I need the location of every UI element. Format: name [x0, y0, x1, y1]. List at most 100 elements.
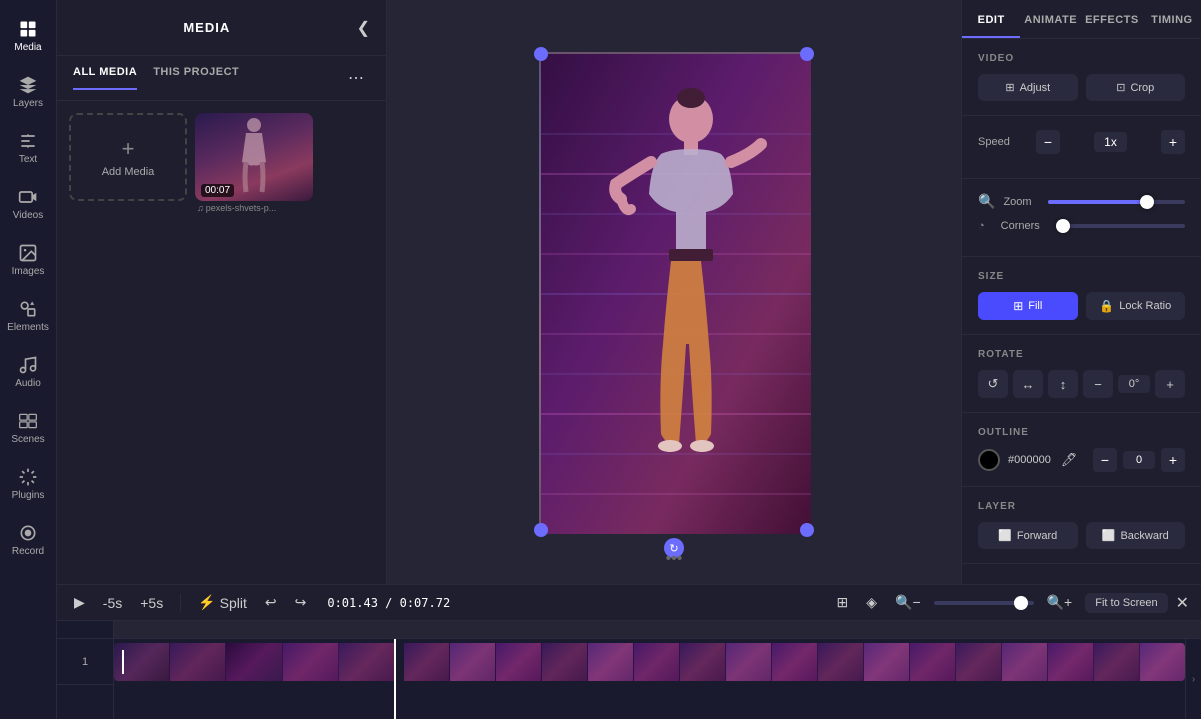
media-panel-title: MEDIA [69, 20, 345, 35]
timeline-close-button[interactable]: ✕ [1176, 593, 1189, 613]
sidebar-item-layers[interactable]: Layers [0, 64, 57, 120]
tab-effects[interactable]: EFFECTS [1081, 0, 1143, 38]
outline-section: OUTLINE #000000 🖊 − + [962, 413, 1201, 487]
outline-value-input[interactable] [1123, 451, 1155, 469]
outline-decrease-button[interactable]: − [1093, 448, 1117, 472]
scroll-indicator[interactable]: › [1185, 639, 1201, 719]
tab-timing[interactable]: TIMING [1143, 0, 1201, 38]
sidebar-videos-label: Videos [13, 210, 43, 221]
media-options-button[interactable]: ⋯ [342, 66, 370, 90]
timeline-right-controls: ⊞ ◈ 🔍− 🔍+ Fit to Screen ✕ [832, 591, 1190, 614]
sidebar-item-plugins[interactable]: Plugins [0, 456, 57, 512]
rotate-minus-button[interactable]: − [1083, 370, 1113, 398]
timeline-tracks: 1 [57, 639, 1201, 719]
sidebar-audio-label: Audio [15, 378, 41, 389]
rotate-ccw-button[interactable]: ↺ [978, 370, 1008, 398]
rotate-label: ROTATE [978, 349, 1185, 360]
outline-label: OUTLINE [978, 427, 1185, 438]
fit-screen-button[interactable]: Fit to Screen [1085, 593, 1167, 613]
video-clip-after[interactable] [404, 643, 1185, 681]
timeline-toolbar: ▶ -5s +5s ⚡ Split ↩ ↪ 0:01.43 / 0:07.72 … [57, 585, 1201, 621]
eyedropper-button[interactable]: 🖊 [1059, 450, 1080, 470]
zoom-label: Zoom [1003, 196, 1031, 208]
adjust-icon: ⊞ [1005, 81, 1014, 94]
forward-icon: ⬜ [998, 529, 1012, 542]
redo-button[interactable]: ↪ [290, 591, 312, 614]
sidebar-item-audio[interactable]: Audio [0, 344, 57, 400]
media-thumbnail-1[interactable]: 00:07 ♫ pexels-shvets-p... [195, 113, 313, 213]
backward-button[interactable]: ⬜ Backward [1086, 522, 1186, 549]
corners-slider[interactable] [1056, 224, 1185, 228]
zoom-slider[interactable] [1048, 200, 1185, 204]
forward-button[interactable]: ⬜ Forward [978, 522, 1078, 549]
outline-increase-button[interactable]: + [1161, 448, 1185, 472]
sidebar-item-elements[interactable]: Elements [0, 288, 57, 344]
sidebar-text-label: Text [19, 154, 37, 165]
speed-increase-button[interactable]: + [1161, 130, 1185, 154]
speed-decrease-button[interactable]: − [1036, 130, 1060, 154]
sidebar-item-record[interactable]: Record [0, 512, 57, 568]
tab-edit[interactable]: EDIT [962, 0, 1020, 38]
media-tabs: ALL MEDIA THIS PROJECT ⋯ [57, 56, 386, 101]
backward-icon: ⬜ [1102, 529, 1116, 542]
sidebar-scenes-label: Scenes [11, 434, 44, 445]
plus5-button[interactable]: +5s [135, 592, 168, 614]
split-icon: ⚡ [198, 594, 215, 611]
tab-this-project[interactable]: THIS PROJECT [153, 66, 239, 90]
timeline-zoom-slider[interactable] [934, 601, 1034, 605]
crop-button[interactable]: ⊡ Crop [1086, 74, 1186, 101]
media-panel-header: MEDIA ❮ [57, 0, 386, 56]
media-duration: 00:07 [201, 184, 234, 197]
canvas-area: ↻ ••• [387, 0, 961, 584]
media-panel-collapse-button[interactable]: ❮ [353, 14, 374, 42]
canvas-handle-top-right[interactable] [800, 47, 814, 61]
outline-color-value: #000000 [1008, 454, 1051, 466]
sidebar-item-images[interactable]: Images [0, 232, 57, 288]
size-label: SIZE [978, 271, 1185, 282]
canvas-handle-bottom-left[interactable] [534, 523, 548, 537]
sidebar-item-videos[interactable]: Videos [0, 176, 57, 232]
undo-button[interactable]: ↩ [260, 591, 282, 614]
crop-icon: ⊡ [1116, 81, 1125, 94]
fit-audio-button[interactable]: ⊞ [832, 591, 854, 614]
canvas-video[interactable] [539, 52, 809, 532]
corners-icon: ◔ [978, 220, 985, 232]
outline-color-swatch[interactable] [978, 449, 1000, 471]
sidebar-media-label: Media [14, 42, 41, 53]
canvas-pagination: ••• [666, 550, 683, 568]
split-button[interactable]: ⚡ Split [193, 591, 252, 614]
plus-icon: + [122, 136, 135, 162]
zoom-section: 🔍 Zoom ◔ Corners [962, 179, 1201, 257]
lock-ratio-button[interactable]: 🔒 Lock Ratio [1086, 292, 1186, 320]
zoom-out-button[interactable]: 🔍− [890, 591, 926, 614]
rotate-value: 0° [1118, 375, 1150, 393]
media-grid: + Add Media [57, 101, 386, 225]
tab-animate[interactable]: ANIMATE [1020, 0, 1081, 38]
media-filename: pexels-shvets-p... [206, 203, 277, 213]
sidebar-item-scenes[interactable]: Scenes [0, 400, 57, 456]
fill-button[interactable]: ⊞ Fill [978, 292, 1078, 320]
sidebar-layers-label: Layers [13, 98, 43, 109]
sidebar-item-text[interactable]: Text [0, 120, 57, 176]
zoom-in-button[interactable]: 🔍+ [1042, 591, 1078, 614]
video-section: VIDEO ⊞ Adjust ⊡ Crop [962, 39, 1201, 116]
rotate-plus-button[interactable]: + [1155, 370, 1185, 398]
playhead-line [394, 639, 396, 719]
add-media-button[interactable]: + Add Media [69, 113, 187, 213]
adjust-button[interactable]: ⊞ Adjust [978, 74, 1078, 101]
track-content[interactable] [114, 639, 1185, 719]
right-panel: EDIT ANIMATE EFFECTS TIMING VIDEO ⊞ Adju… [961, 0, 1201, 584]
video-clip-before[interactable] [114, 643, 394, 681]
audio-icon: ♫ [197, 203, 204, 213]
canvas-handle-bottom-right[interactable] [800, 523, 814, 537]
tab-all-media[interactable]: ALL MEDIA [73, 66, 137, 90]
audio-waveform-button[interactable]: ◈ [861, 591, 882, 614]
flip-horizontal-button[interactable]: ↔ [1013, 370, 1043, 398]
canvas-video-container: ↻ [539, 52, 809, 532]
minus5-button[interactable]: -5s [98, 592, 127, 614]
sidebar-images-label: Images [12, 266, 45, 277]
play-button[interactable]: ▶ [69, 591, 90, 614]
canvas-handle-top-left[interactable] [534, 47, 548, 61]
flip-vertical-button[interactable]: ↕ [1048, 370, 1078, 398]
sidebar-item-media[interactable]: Media [0, 8, 57, 64]
